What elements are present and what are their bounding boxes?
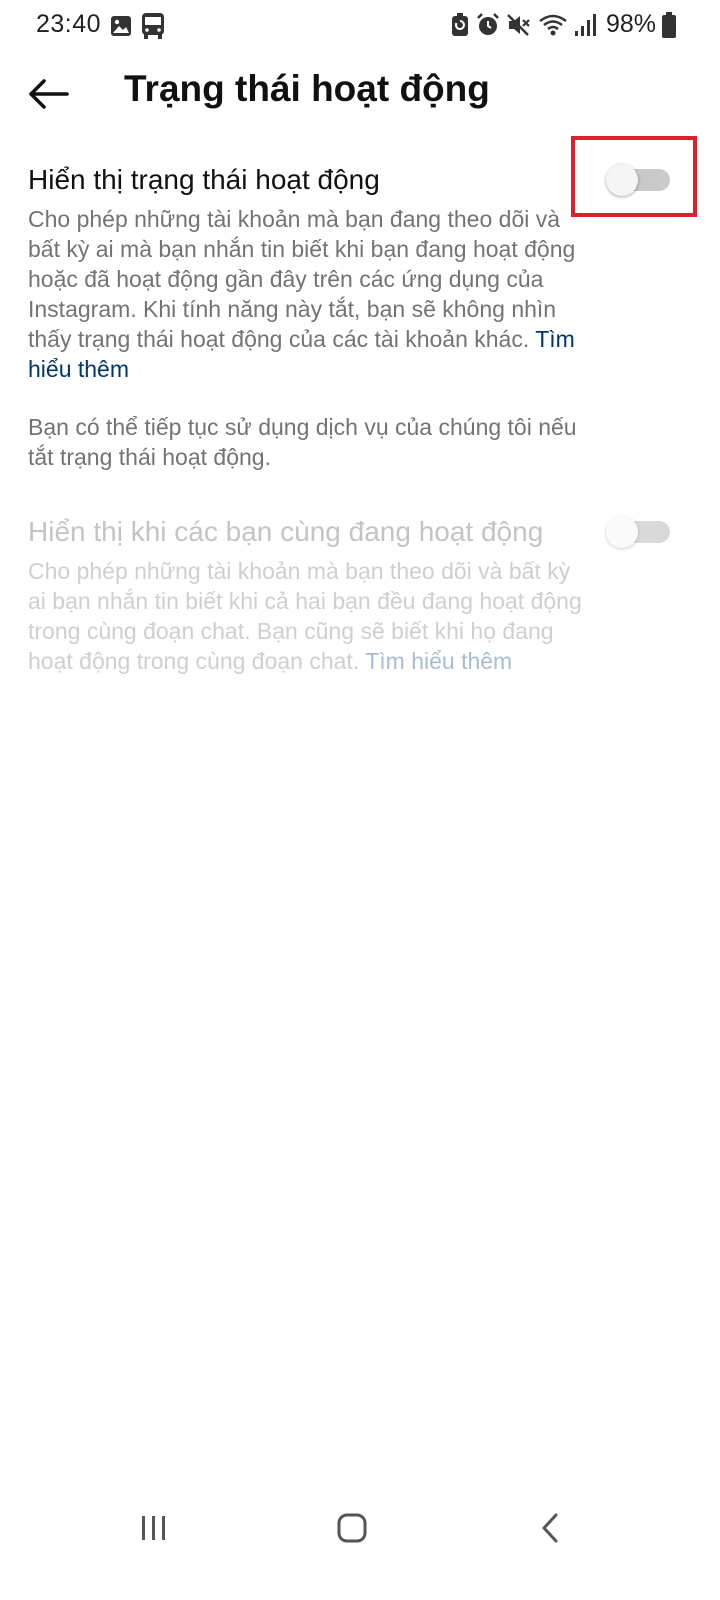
image-icon: [110, 15, 132, 42]
setting-title: Hiển thị khi các bạn cùng đang hoạt động: [28, 516, 544, 547]
active-together-toggle[interactable]: [606, 516, 670, 548]
setting-description: Cho phép những tài khoản mà bạn theo dõi…: [28, 556, 584, 676]
battery-saver-icon: [450, 12, 470, 38]
signal-icon: [574, 13, 596, 37]
info-note: Bạn có thể tiếp tục sử dụng dịch vụ của …: [28, 414, 577, 470]
home-icon: [337, 1513, 367, 1543]
setting-show-when-active-together: Hiển thị khi các bạn cùng đang hoạt động…: [28, 514, 692, 676]
back-button[interactable]: [24, 72, 72, 116]
system-nav-bar: [0, 1490, 720, 1570]
status-time: 23:40: [36, 10, 102, 38]
setting-description: Cho phép những tài khoản mà bạn đang the…: [28, 204, 584, 384]
bus-icon: [140, 12, 166, 45]
status-bar: 23:40 98%: [0, 0, 720, 52]
home-button[interactable]: [322, 1500, 382, 1556]
setting-description-text: Cho phép những tài khoản mà bạn đang the…: [28, 206, 576, 352]
battery-percentage: 98%: [605, 10, 656, 38]
recent-apps-icon: [142, 1516, 165, 1540]
page-title: Trạng thái hoạt động: [124, 68, 490, 109]
arrow-left-icon: [29, 79, 69, 109]
mute-icon: [506, 13, 532, 37]
alarm-icon: [476, 12, 500, 37]
back-icon: [542, 1513, 558, 1543]
system-back-button[interactable]: [520, 1500, 580, 1556]
battery-icon: [662, 11, 676, 38]
learn-more-link[interactable]: Tìm hiểu thêm: [365, 648, 512, 674]
recent-apps-button[interactable]: [124, 1500, 184, 1556]
status-left-icons: [110, 12, 166, 45]
highlight-box: [571, 136, 697, 217]
app-header: Trạng thái hoạt động: [0, 60, 720, 126]
wifi-icon: [538, 13, 568, 37]
status-right-icons: 98%: [450, 10, 676, 39]
toggle-knob: [606, 516, 638, 548]
